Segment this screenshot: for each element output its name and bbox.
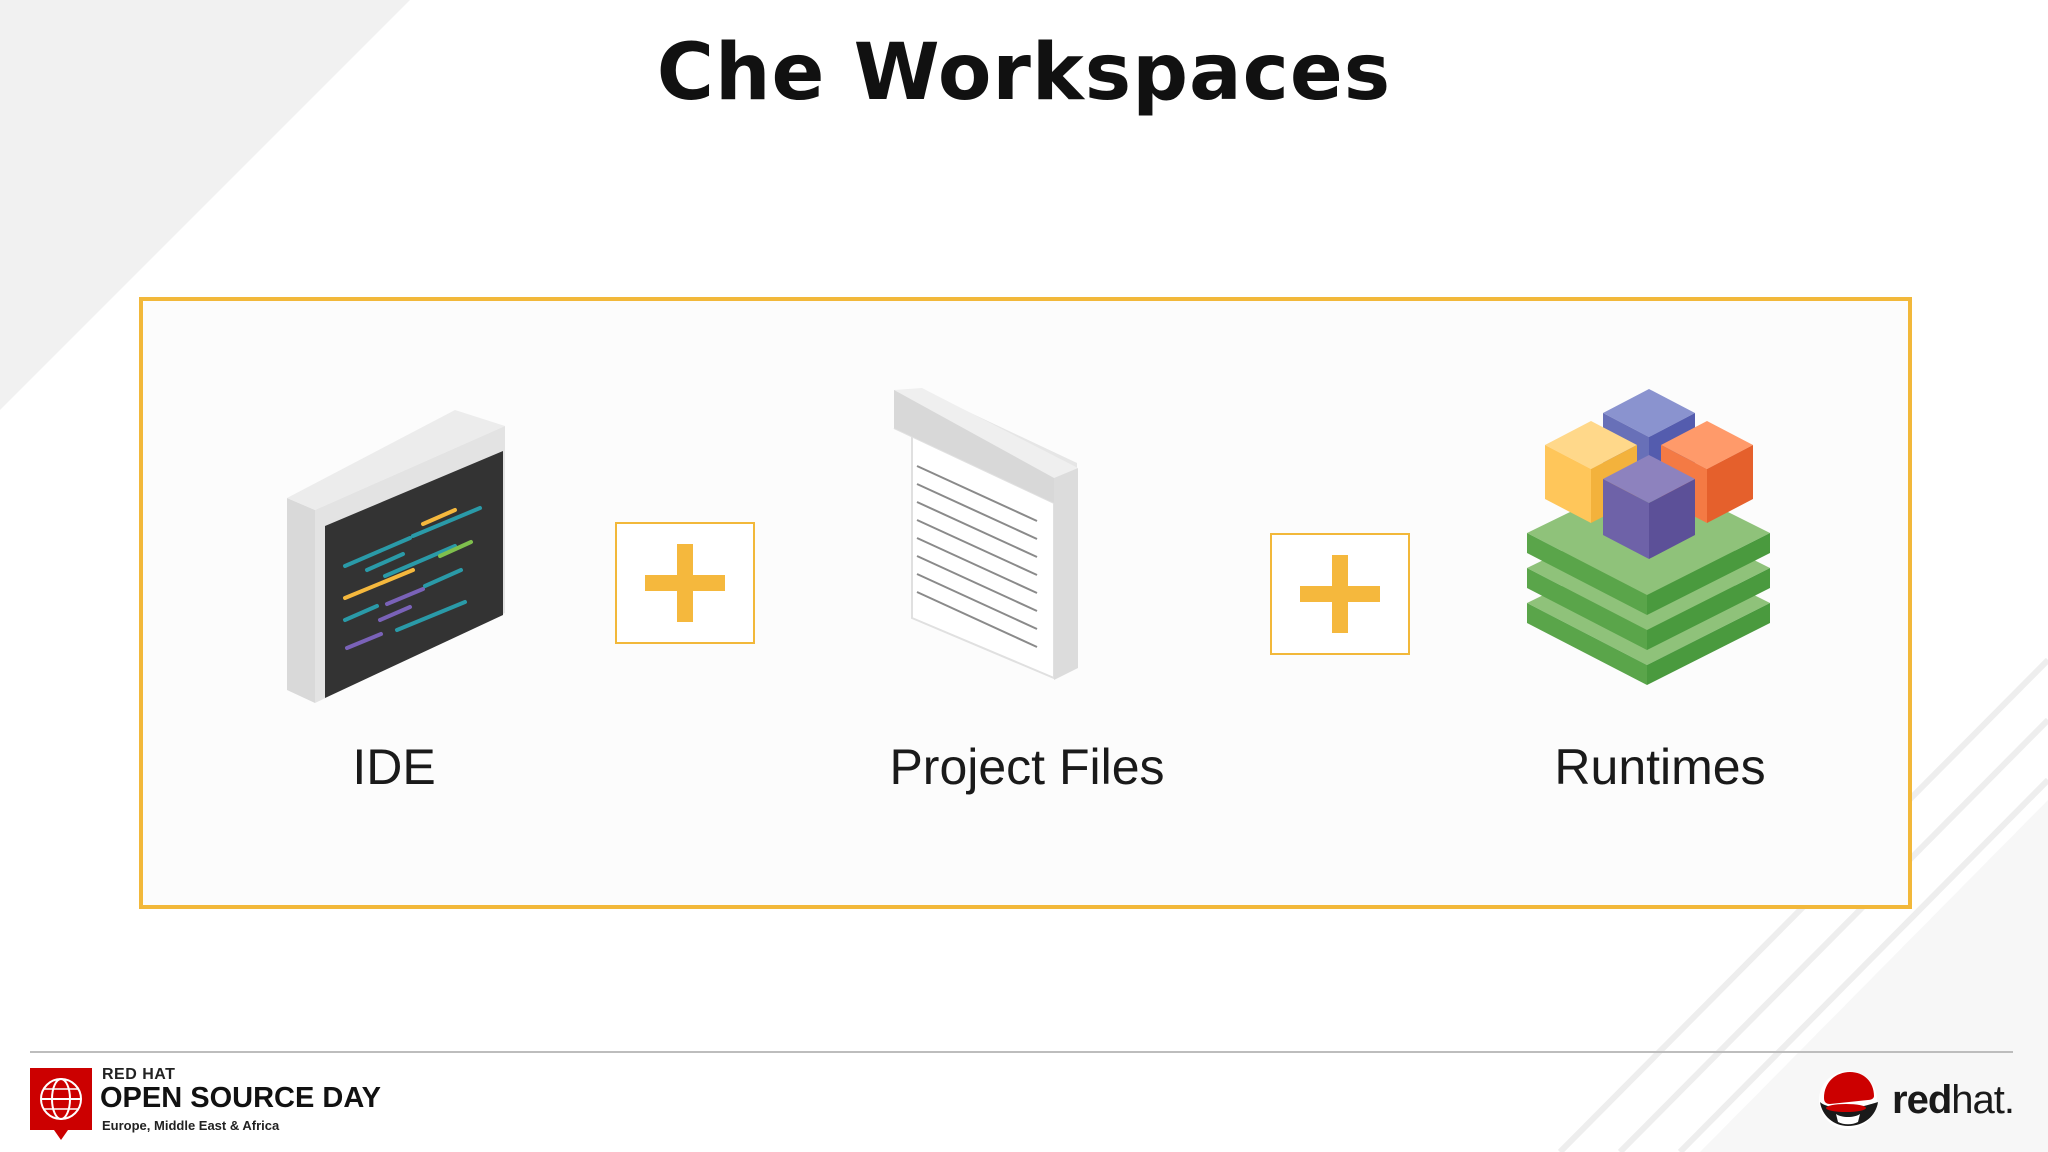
redhat-wordmark: redhat. [1892, 1078, 2015, 1123]
plus-icon [645, 544, 725, 622]
event-title: OPEN SOURCE DAY [100, 1082, 381, 1114]
event-logo: RED HAT OPEN SOURCE DAY Europe, Middle E… [28, 1066, 381, 1146]
globe-badge-icon [30, 1068, 92, 1140]
stacked-blocks-icon [1527, 389, 1770, 685]
plus-box-1 [615, 522, 755, 644]
brand-bold: red [1892, 1078, 1952, 1122]
brand-light: hat. [1951, 1078, 2015, 1122]
slide-title: Che Workspaces [656, 28, 1392, 118]
footer-divider [30, 1051, 2013, 1053]
redhat-logo: redhat. [1816, 1068, 2016, 1132]
plus-icon [1300, 555, 1380, 633]
document-icon [893, 388, 1078, 680]
ide-label: IDE [352, 739, 436, 795]
ide-screen-icon [287, 410, 505, 703]
event-subtitle: Europe, Middle East & Africa [102, 1118, 280, 1133]
runtimes-label: Runtimes [1554, 739, 1766, 795]
shadowman-icon [1819, 1071, 1878, 1129]
project-files-label: Project Files [889, 739, 1165, 795]
plus-box-2 [1270, 533, 1410, 655]
